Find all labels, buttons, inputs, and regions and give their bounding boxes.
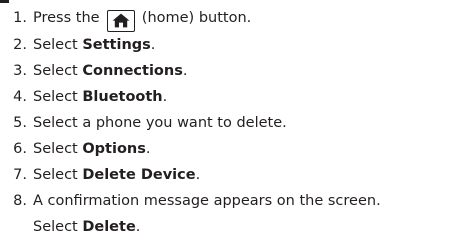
step-6: 6. Select Options. xyxy=(0,136,472,162)
step-7: 7. Select Delete Device. xyxy=(0,162,472,188)
step-number: 6. xyxy=(13,140,27,157)
step-text-post: . xyxy=(195,166,201,183)
step-keyword: Delete xyxy=(82,218,136,235)
step-text: A confirmation message appears on the sc… xyxy=(33,188,381,240)
step-text-post: (home) button. xyxy=(141,10,252,26)
step-text-post: . xyxy=(145,140,151,157)
step-number: 2. xyxy=(13,36,27,53)
step-text-pre: Select xyxy=(33,36,83,53)
step-number: 5. xyxy=(13,114,27,131)
step-number: 7. xyxy=(13,166,27,183)
step-number: 8. xyxy=(13,192,27,209)
step-list: 1. Press the (home) button. 2. Select Se… xyxy=(0,5,472,240)
step-text-pre: Press the xyxy=(33,10,100,26)
step-number: 3. xyxy=(13,62,27,79)
step-text: Press the (home) button. xyxy=(33,5,251,32)
step-keyword: Bluetooth xyxy=(82,88,163,105)
step-8: 8. A confirmation message appears on the… xyxy=(0,188,472,240)
step-2: 2. Select Settings. xyxy=(0,32,472,58)
step-number: 1. xyxy=(13,10,27,26)
top-edge-mark xyxy=(0,0,9,3)
step-number: 4. xyxy=(13,88,27,105)
step-text: Select Settings. xyxy=(33,32,155,58)
step-text-post: . xyxy=(182,62,188,79)
step-text-pre: Select xyxy=(33,218,83,235)
step-keyword: Connections xyxy=(82,62,183,79)
instruction-page: 1. Press the (home) button. 2. Select Se… xyxy=(0,0,472,240)
step-text: Select Options. xyxy=(33,136,150,162)
step-continuation: Select Delete. xyxy=(33,214,381,240)
home-icon xyxy=(107,9,136,32)
step-text: Select Connections. xyxy=(33,58,187,84)
step-text-pre: Select xyxy=(33,88,83,105)
step-text-main: A confirmation message appears on the sc… xyxy=(33,192,381,209)
step-text-post: . xyxy=(162,88,168,105)
step-keyword: Delete Device xyxy=(82,166,196,183)
step-4: 4. Select Bluetooth. xyxy=(0,84,472,110)
step-keyword: Options xyxy=(82,140,146,157)
step-text-post: . xyxy=(150,36,156,53)
step-text-post: . xyxy=(135,218,141,235)
step-text: Select Delete Device. xyxy=(33,162,200,188)
step-5: 5. Select a phone you want to delete. xyxy=(0,110,472,136)
step-1: 1. Press the (home) button. xyxy=(0,5,472,32)
step-text-pre: Select xyxy=(33,140,83,157)
step-text-pre: Select xyxy=(33,166,83,183)
step-text: Select a phone you want to delete. xyxy=(33,114,287,131)
step-text-pre: Select xyxy=(33,62,83,79)
step-text: Select Bluetooth. xyxy=(33,84,167,110)
step-3: 3. Select Connections. xyxy=(0,58,472,84)
step-keyword: Settings xyxy=(82,36,151,53)
